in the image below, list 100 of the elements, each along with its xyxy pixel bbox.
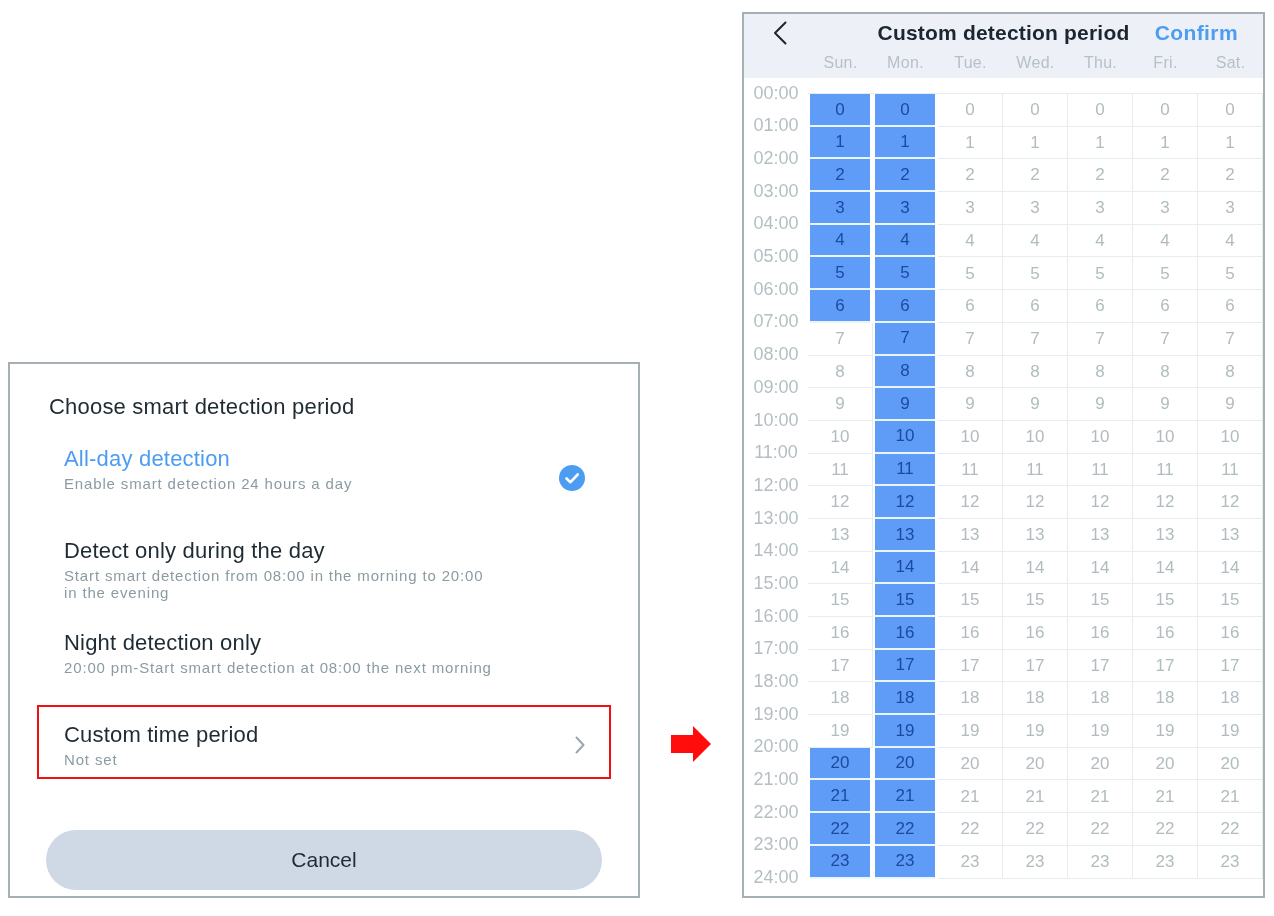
hour-cell[interactable]: 5 bbox=[1003, 257, 1068, 291]
hour-cell[interactable]: 13 bbox=[938, 518, 1003, 552]
hour-cell[interactable]: 17 bbox=[938, 649, 1003, 683]
hour-cell[interactable]: 19 bbox=[808, 715, 873, 748]
hour-cell[interactable]: 4 bbox=[875, 224, 935, 258]
hour-cell[interactable]: 19 bbox=[1068, 715, 1133, 748]
hour-cell[interactable]: 19 bbox=[1003, 715, 1068, 748]
hour-cell[interactable]: 17 bbox=[1068, 649, 1133, 683]
hour-cell[interactable]: 22 bbox=[938, 813, 1003, 846]
hour-cell[interactable]: 3 bbox=[810, 192, 870, 225]
hour-cell[interactable]: 7 bbox=[938, 322, 1003, 356]
hour-cell[interactable]: 10 bbox=[1003, 420, 1068, 454]
hour-cell[interactable]: 12 bbox=[1003, 486, 1068, 519]
hour-cell[interactable]: 11 bbox=[938, 453, 1003, 487]
hour-cell[interactable]: 18 bbox=[1003, 682, 1068, 716]
hour-cell[interactable]: 1 bbox=[1198, 126, 1263, 160]
hour-cell[interactable]: 0 bbox=[1068, 94, 1133, 127]
hour-cell[interactable]: 23 bbox=[1068, 845, 1133, 879]
hour-cell[interactable]: 12 bbox=[875, 486, 935, 519]
option-label[interactable]: Custom time period bbox=[64, 722, 259, 748]
hour-cell[interactable]: 4 bbox=[938, 224, 1003, 258]
hour-cell[interactable]: 1 bbox=[1133, 126, 1198, 160]
hour-cell[interactable]: 17 bbox=[1003, 649, 1068, 683]
hour-cell[interactable]: 23 bbox=[938, 845, 1003, 879]
hour-cell[interactable]: 12 bbox=[1068, 486, 1133, 519]
hour-cell[interactable]: 20 bbox=[1068, 747, 1133, 781]
hour-cell[interactable]: 18 bbox=[875, 682, 935, 716]
option-label[interactable]: All-day detection bbox=[64, 446, 231, 472]
hour-cell[interactable]: 19 bbox=[938, 715, 1003, 748]
option-label[interactable]: Night detection only bbox=[64, 630, 262, 656]
hour-cell[interactable]: 9 bbox=[1003, 388, 1068, 421]
hour-cell[interactable]: 1 bbox=[1068, 126, 1133, 160]
hour-cell[interactable]: 6 bbox=[938, 290, 1003, 323]
hour-cell[interactable]: 20 bbox=[1003, 747, 1068, 781]
hour-cell[interactable]: 17 bbox=[1133, 649, 1198, 683]
cancel-button[interactable]: Cancel bbox=[46, 830, 602, 890]
hour-cell[interactable]: 20 bbox=[1198, 747, 1263, 781]
hour-cell[interactable]: 11 bbox=[1198, 453, 1263, 487]
hour-cell[interactable]: 9 bbox=[1133, 388, 1198, 421]
hour-cell[interactable]: 10 bbox=[1198, 420, 1263, 454]
hour-cell[interactable]: 5 bbox=[1068, 257, 1133, 291]
hour-cell[interactable]: 14 bbox=[1198, 551, 1263, 585]
hour-cell[interactable]: 21 bbox=[1003, 780, 1068, 814]
hour-cell[interactable]: 3 bbox=[1133, 192, 1198, 225]
hour-cell[interactable]: 14 bbox=[1003, 551, 1068, 585]
hour-cell[interactable]: 11 bbox=[1133, 453, 1198, 487]
hour-cell[interactable]: 22 bbox=[1133, 813, 1198, 846]
hour-cell[interactable]: 15 bbox=[875, 584, 935, 617]
hour-cell[interactable]: 17 bbox=[1198, 649, 1263, 683]
hour-cell[interactable]: 20 bbox=[938, 747, 1003, 781]
hour-cell[interactable]: 19 bbox=[1198, 715, 1263, 748]
hour-cell[interactable]: 7 bbox=[1068, 322, 1133, 356]
hour-cell[interactable]: 0 bbox=[875, 94, 935, 127]
hour-cell[interactable]: 1 bbox=[1003, 126, 1068, 160]
hour-cell[interactable]: 6 bbox=[1198, 290, 1263, 323]
hour-cell[interactable]: 5 bbox=[810, 257, 870, 291]
hour-cell[interactable]: 10 bbox=[875, 420, 935, 454]
hour-cell[interactable]: 16 bbox=[1068, 617, 1133, 650]
hour-cell[interactable]: 9 bbox=[808, 388, 873, 421]
hour-cell[interactable]: 23 bbox=[875, 845, 935, 879]
hour-cell[interactable]: 9 bbox=[875, 388, 935, 421]
hour-cell[interactable]: 8 bbox=[1198, 355, 1263, 389]
hour-cell[interactable]: 3 bbox=[875, 192, 935, 225]
hour-cell[interactable]: 8 bbox=[808, 355, 873, 389]
hour-cell[interactable]: 21 bbox=[1068, 780, 1133, 814]
hour-cell[interactable]: 18 bbox=[808, 682, 873, 716]
hour-cell[interactable]: 16 bbox=[875, 617, 935, 650]
hour-cell[interactable]: 2 bbox=[875, 159, 935, 193]
hour-cell[interactable]: 13 bbox=[1133, 518, 1198, 552]
hour-cell[interactable]: 11 bbox=[808, 453, 873, 487]
hour-cell[interactable]: 10 bbox=[938, 420, 1003, 454]
hour-cell[interactable]: 15 bbox=[1133, 584, 1198, 617]
hour-cell[interactable]: 2 bbox=[810, 159, 870, 193]
hour-cell[interactable]: 16 bbox=[808, 617, 873, 650]
hour-cell[interactable]: 21 bbox=[810, 780, 870, 814]
hour-cell[interactable]: 12 bbox=[808, 486, 873, 519]
hour-cell[interactable]: 3 bbox=[938, 192, 1003, 225]
hour-cell[interactable]: 23 bbox=[1133, 845, 1198, 879]
hour-cell[interactable]: 2 bbox=[1198, 159, 1263, 193]
hour-cell[interactable]: 8 bbox=[1003, 355, 1068, 389]
hour-cell[interactable]: 10 bbox=[1068, 420, 1133, 454]
hour-cell[interactable]: 6 bbox=[1133, 290, 1198, 323]
hour-cell[interactable]: 10 bbox=[808, 420, 873, 454]
hour-cell[interactable]: 23 bbox=[1198, 845, 1263, 879]
hour-cell[interactable]: 15 bbox=[938, 584, 1003, 617]
hour-cell[interactable]: 11 bbox=[1003, 453, 1068, 487]
hour-cell[interactable]: 21 bbox=[1198, 780, 1263, 814]
hour-cell[interactable]: 11 bbox=[1068, 453, 1133, 487]
hour-cell[interactable]: 22 bbox=[810, 813, 870, 846]
hour-cell[interactable]: 18 bbox=[1068, 682, 1133, 716]
hour-cell[interactable]: 12 bbox=[938, 486, 1003, 519]
hour-cell[interactable]: 8 bbox=[1133, 355, 1198, 389]
hour-cell[interactable]: 14 bbox=[1133, 551, 1198, 585]
back-icon[interactable] bbox=[773, 21, 787, 45]
hour-cell[interactable]: 12 bbox=[1198, 486, 1263, 519]
hour-cell[interactable]: 15 bbox=[1003, 584, 1068, 617]
confirm-button[interactable]: Confirm bbox=[1154, 20, 1238, 46]
hour-cell[interactable]: 13 bbox=[808, 518, 873, 552]
hour-cell[interactable]: 16 bbox=[1198, 617, 1263, 650]
hour-cell[interactable]: 23 bbox=[810, 845, 870, 879]
